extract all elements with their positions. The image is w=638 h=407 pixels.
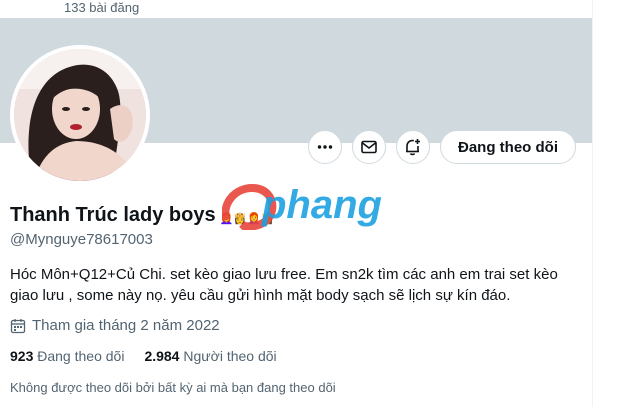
- following-link[interactable]: 923 Đang theo dõi: [10, 348, 124, 364]
- notifications-button[interactable]: [396, 130, 430, 164]
- profile-page: 133 bài đăng Đang theo dõi Thanh Trúc la…: [0, 0, 638, 407]
- post-count: 133 bài đăng: [64, 0, 140, 15]
- right-gutter: [592, 0, 638, 407]
- message-button[interactable]: [352, 130, 386, 164]
- join-date: Tham gia tháng 2 năm 2022: [10, 317, 220, 334]
- svg-text:phang: phang: [261, 183, 382, 227]
- followers-label: Người theo dõi: [183, 348, 277, 364]
- more-horizontal-icon: [317, 145, 333, 149]
- mutual-followers-note: Không được theo dõi bởi bất kỳ ai mà bạn…: [10, 380, 336, 395]
- mail-icon: [361, 140, 377, 154]
- avatar-photo: [14, 49, 146, 181]
- watermark-logo: phang: [221, 180, 422, 231]
- followers-link[interactable]: 2.984 Người theo dõi: [144, 348, 276, 364]
- more-button[interactable]: [308, 130, 342, 164]
- following-button[interactable]: Đang theo dõi: [440, 130, 576, 164]
- display-name: Thanh Trúc lady boys: [10, 204, 216, 226]
- profile-column: 133 bài đăng Đang theo dõi Thanh Trúc la…: [0, 0, 592, 407]
- followers-count: 2.984: [144, 348, 180, 364]
- profile-bio: Hóc Môn+Q12+Củ Chi. set kèo giao lưu fre…: [10, 266, 558, 304]
- user-handle: @Mynguye78617003: [10, 231, 153, 248]
- calendar-icon: [10, 318, 26, 333]
- following-count: 923: [10, 348, 34, 364]
- avatar[interactable]: [10, 45, 150, 185]
- follow-stats: 923 Đang theo dõi 2.984 Người theo dõi: [10, 348, 277, 364]
- join-date-text: Tham gia tháng 2 năm 2022: [32, 317, 220, 334]
- bell-plus-icon: [406, 139, 420, 156]
- following-label: Đang theo dõi: [37, 348, 125, 364]
